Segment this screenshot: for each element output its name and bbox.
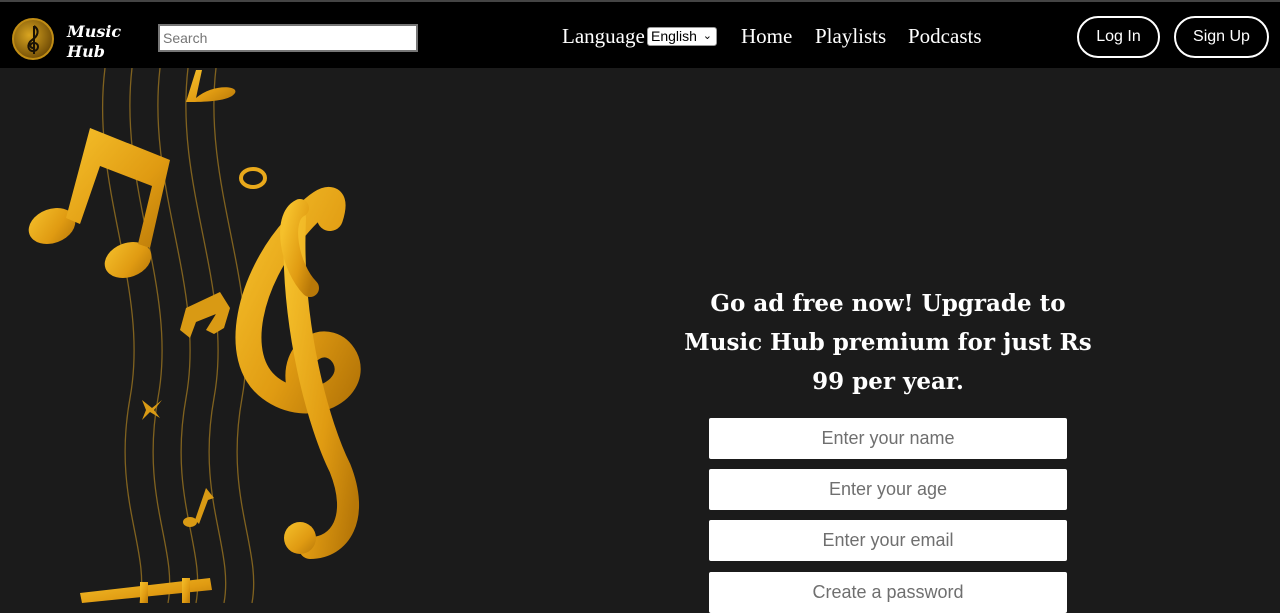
flat-note-icon <box>186 70 236 102</box>
small-note-icon <box>183 488 214 527</box>
sparkle-icon <box>142 400 162 420</box>
language-select[interactable]: English ⌄ <box>647 27 717 46</box>
password-field[interactable] <box>709 572 1067 613</box>
nav-podcasts-link[interactable]: Podcasts <box>908 24 982 48</box>
email-field[interactable] <box>709 520 1067 561</box>
treble-clef-icon <box>27 25 39 54</box>
name-field[interactable] <box>709 418 1067 459</box>
music-notes-illustration <box>0 68 420 603</box>
sixteenth-note-icon <box>180 292 230 338</box>
brand-line-2: Hub <box>67 42 105 61</box>
signup-button[interactable]: Sign Up <box>1174 16 1269 58</box>
whole-note-icon <box>239 167 267 189</box>
eighth-note-icon <box>28 128 170 278</box>
brand-line-1: Music <box>67 22 122 41</box>
treble-clef-icon <box>235 186 361 559</box>
language-selected-value: English <box>651 28 697 44</box>
login-button[interactable]: Log In <box>1077 16 1160 58</box>
search-input[interactable] <box>158 24 418 52</box>
nav-home-link[interactable]: Home <box>741 24 792 48</box>
age-field[interactable] <box>709 469 1067 510</box>
nav-playlists-link[interactable]: Playlists <box>815 24 886 48</box>
brand-name: Music Hub <box>67 22 127 62</box>
navbar: Music Hub Language English ⌄ Home Playli… <box>0 2 1280 68</box>
premium-promo-text: Go ad free now! Upgrade to Music Hub pre… <box>684 290 1092 395</box>
language-label: Language <box>562 24 645 48</box>
beamed-notes-icon <box>80 578 212 603</box>
clef-dot <box>284 522 316 554</box>
chevron-down-icon: ⌄ <box>702 30 712 42</box>
logo[interactable] <box>12 18 54 60</box>
